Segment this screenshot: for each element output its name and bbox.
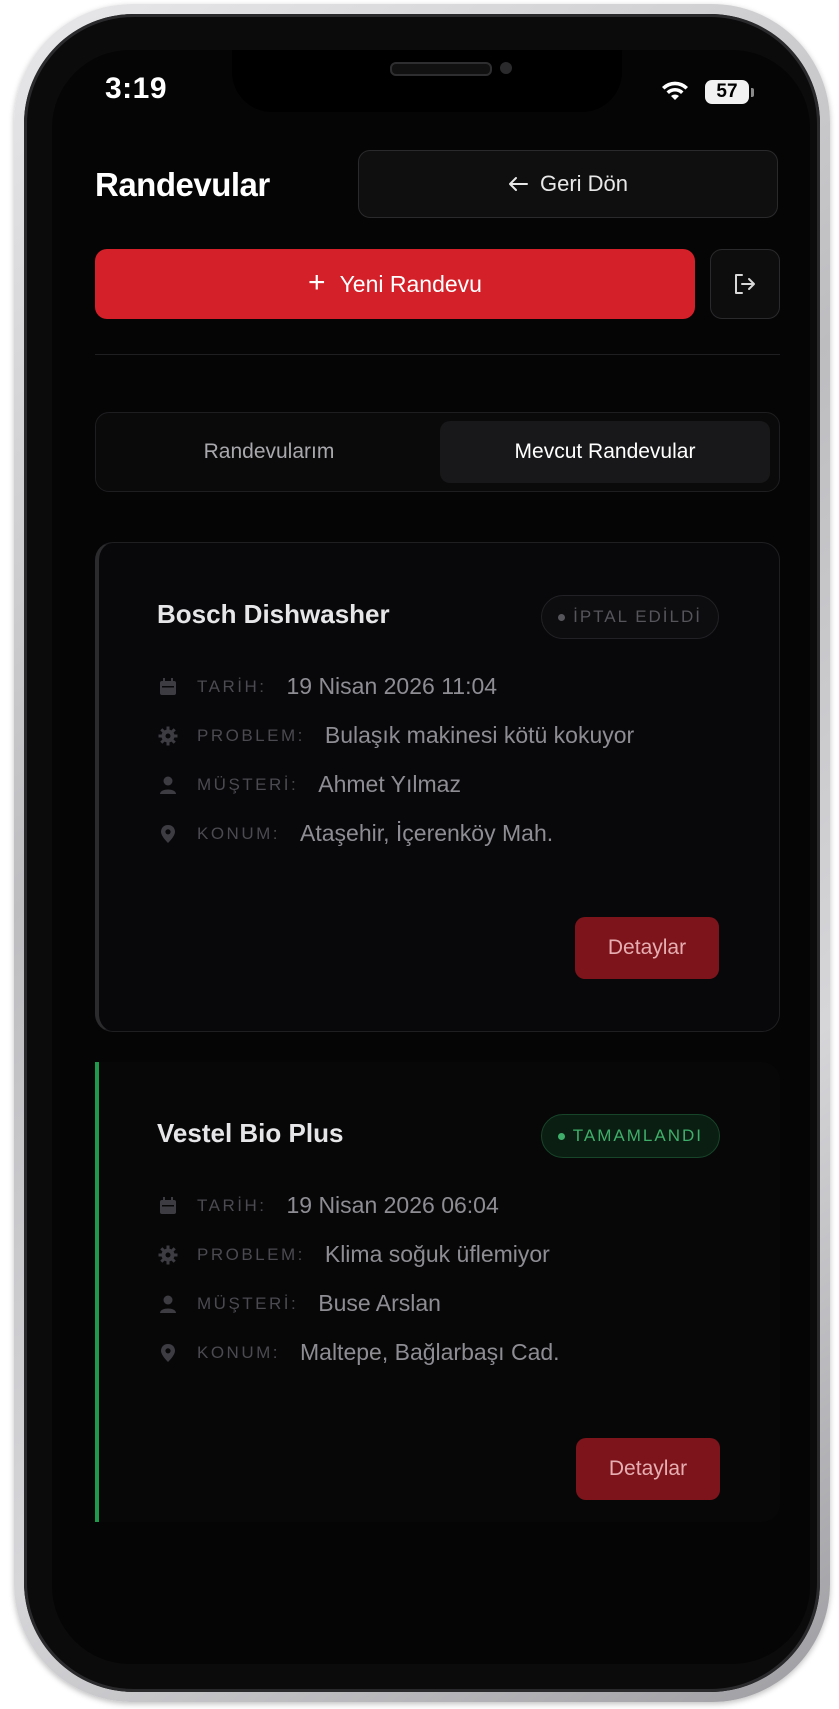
- status-dot: [558, 613, 566, 621]
- info-value: Maltepe, Bağlarbaşı Cad.: [300, 1339, 560, 1365]
- notch: [232, 50, 622, 112]
- battery-indicator: 57: [705, 80, 749, 104]
- info-value: Ahmet Yılmaz: [318, 771, 461, 797]
- page-title: Randevular: [95, 166, 270, 203]
- status-badge: İPTAL EDİLDİ: [541, 595, 719, 639]
- tab-bar: Randevularım Mevcut Randevular: [95, 412, 780, 492]
- logout-icon: [735, 274, 755, 294]
- logout-button[interactable]: [710, 249, 780, 319]
- info-row-date: TARİH: 19 Nisan 2026 06:04: [157, 1192, 499, 1219]
- status-badge-label: TAMAMLANDI: [572, 1126, 703, 1145]
- details-button[interactable]: Detaylar: [576, 1438, 720, 1500]
- info-value: Klima soğuk üflemiyor: [324, 1241, 550, 1267]
- calendar-icon: [157, 676, 179, 698]
- info-row-problem: PROBLEM: Bulaşık makinesi kötü kokuyor: [157, 722, 634, 749]
- appointment-title: Vestel Bio Plus: [157, 1118, 344, 1148]
- wifi-icon: [662, 81, 688, 100]
- gear-icon: [157, 725, 179, 747]
- user-icon: [157, 774, 179, 796]
- appointment-card: Bosch Dishwasher İPTAL EDİLDİ TARİH: 19 …: [95, 542, 780, 1032]
- info-label: KONUM:: [197, 823, 280, 843]
- status-dot: [557, 1132, 565, 1140]
- info-row-date: TARİH: 19 Nisan 2026 11:04: [157, 673, 497, 700]
- back-button-label: Geri Dön: [539, 171, 629, 196]
- info-value: Ataşehir, İçerenköy Mah.: [300, 820, 554, 846]
- info-label: KONUM:: [197, 1342, 280, 1362]
- user-icon: [157, 1293, 179, 1315]
- plus-icon: +: [308, 266, 326, 299]
- new-appointment-button[interactable]: + Yeni Randevu: [95, 249, 695, 319]
- info-label: TARİH:: [197, 676, 267, 696]
- details-button[interactable]: Detaylar: [575, 917, 719, 979]
- gear-icon: [157, 1244, 179, 1266]
- location-pin-icon: [157, 823, 179, 845]
- info-row-location: KONUM: Ataşehir, İçerenköy Mah.: [157, 820, 553, 847]
- arrow-left-icon: [508, 177, 528, 191]
- appointment-title: Bosch Dishwasher: [157, 599, 390, 629]
- info-value: 19 Nisan 2026 06:04: [286, 1192, 499, 1218]
- info-value: 19 Nisan 2026 11:04: [286, 673, 498, 699]
- status-time: 3:19: [105, 72, 168, 105]
- status-badge: TAMAMLANDI: [540, 1114, 720, 1158]
- location-pin-icon: [157, 1342, 179, 1364]
- info-label: PROBLEM:: [197, 725, 305, 745]
- header-divider: [95, 354, 780, 355]
- info-row-location: KONUM: Maltepe, Bağlarbaşı Cad.: [157, 1339, 560, 1366]
- new-appointment-label: Yeni Randevu: [339, 270, 482, 297]
- status-badge-label: İPTAL EDİLDİ: [573, 607, 702, 626]
- tab-available-appointments[interactable]: Mevcut Randevular: [440, 421, 770, 483]
- info-row-problem: PROBLEM: Klima soğuk üflemiyor: [157, 1241, 550, 1268]
- back-button[interactable]: Geri Dön: [358, 150, 778, 218]
- battery-tip: [751, 88, 754, 97]
- info-row-customer: MÜŞTERİ: Ahmet Yılmaz: [157, 771, 461, 798]
- appointment-card: Vestel Bio Plus TAMAMLANDI TARİH: 19 Nis…: [95, 1062, 780, 1522]
- info-label: MÜŞTERİ:: [197, 774, 299, 794]
- info-label: MÜŞTERİ:: [197, 1293, 299, 1313]
- info-row-customer: MÜŞTERİ: Buse Arslan: [157, 1290, 441, 1317]
- info-label: TARİH:: [197, 1195, 267, 1215]
- front-camera: [500, 62, 512, 74]
- tab-my-appointments[interactable]: Randevularım: [104, 421, 434, 483]
- info-label: PROBLEM:: [197, 1244, 305, 1264]
- calendar-icon: [157, 1195, 179, 1217]
- speaker-grille: [390, 62, 492, 76]
- info-value: Buse Arslan: [318, 1290, 441, 1316]
- info-value: Bulaşık makinesi kötü kokuyor: [324, 722, 635, 748]
